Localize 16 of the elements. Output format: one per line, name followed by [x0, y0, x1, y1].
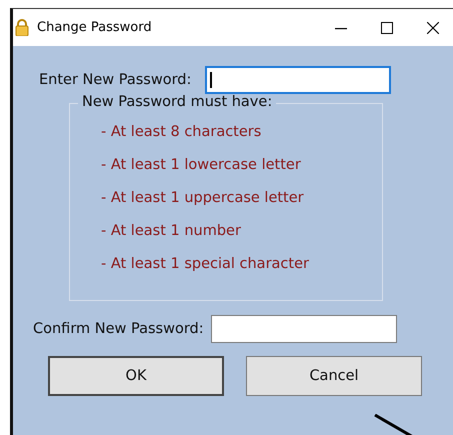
- requirement-text: - At least 8 characters: [101, 123, 262, 142]
- maximize-icon[interactable]: [381, 22, 393, 34]
- minimize-icon[interactable]: [335, 28, 347, 30]
- cancel-button[interactable]: Cancel: [246, 356, 422, 396]
- password-field[interactable]: [205, 66, 392, 94]
- padlock-icon: [15, 19, 29, 36]
- requirement-text: - At least 1 uppercase letter: [101, 189, 305, 208]
- requirement-text: - At least 1 number: [101, 222, 242, 241]
- window-title: Change Password: [37, 20, 153, 35]
- field-label: Confirm New Password:: [33, 321, 204, 337]
- requirement-text: - At least 1 special character: [101, 255, 310, 274]
- confirm-password-field[interactable]: [210, 315, 397, 343]
- requirement-text: - At least 1 lowercase letter: [101, 156, 302, 175]
- ok-button[interactable]: OK: [48, 356, 224, 396]
- field-label: Enter New Password:: [39, 72, 192, 88]
- close-icon[interactable]: [427, 22, 439, 34]
